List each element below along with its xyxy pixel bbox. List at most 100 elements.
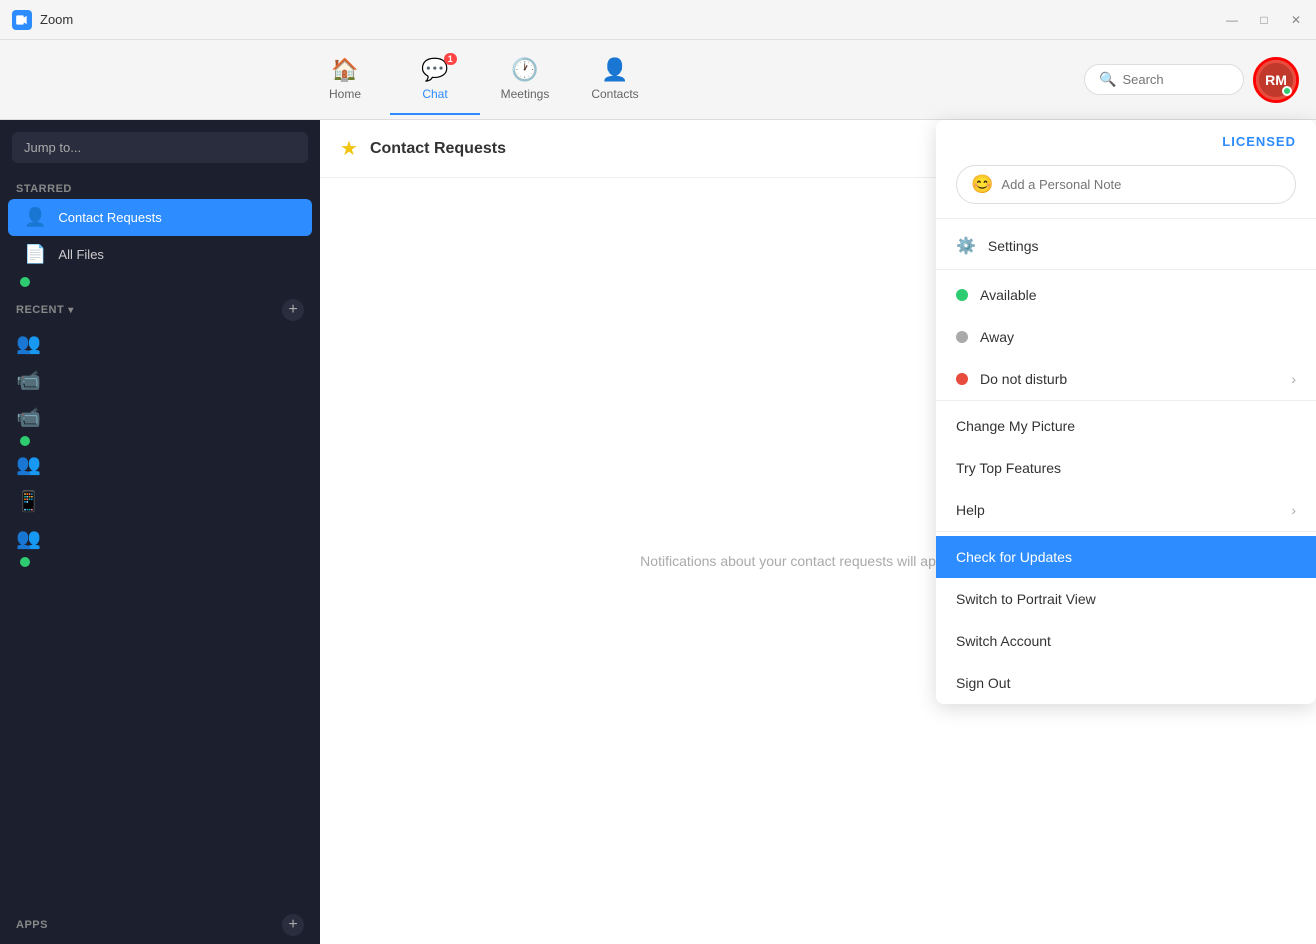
sidebar-item-contact-requests-label: Contact Requests: [58, 210, 161, 225]
nav-right: 🔍 RM: [1084, 60, 1296, 100]
portrait-view-label: Switch to Portrait View: [956, 591, 1096, 607]
meetings-icon: 🕐: [511, 57, 538, 83]
apps-label: APPS: [16, 919, 48, 931]
licensed-badge: LICENSED: [936, 120, 1316, 157]
sidebar-item-all-files-label: All Files: [58, 247, 104, 262]
check-updates-label: Check for Updates: [956, 549, 1072, 565]
recent-label: RECENT ▾: [16, 304, 74, 316]
profile-dropdown: LICENSED 😊 ⚙️ Settings Available Away: [936, 120, 1316, 704]
personal-note-input[interactable]: [1001, 177, 1281, 192]
content-title: Contact Requests: [370, 140, 506, 158]
chevron-down-icon: ▾: [68, 305, 74, 316]
group1-icon: 👥: [16, 331, 41, 356]
help-label: Help: [956, 502, 985, 518]
divider-2: [936, 269, 1316, 270]
divider-3: [936, 400, 1316, 401]
contact-requests-icon: 👤: [24, 207, 46, 228]
minimize-button[interactable]: —: [1224, 13, 1240, 27]
recent-item-tablet[interactable]: 📱: [0, 483, 320, 520]
video1-icon: 📹: [16, 368, 41, 393]
switch-account-label: Switch Account: [956, 633, 1051, 649]
available-item[interactable]: Available: [936, 274, 1316, 316]
tab-meetings[interactable]: 🕐 Meetings: [480, 45, 570, 115]
add-recent-button[interactable]: +: [282, 299, 304, 321]
try-features-label: Try Top Features: [956, 460, 1061, 476]
status-dot-1: [20, 277, 30, 287]
apps-section: APPS +: [0, 906, 320, 944]
tab-home-label: Home: [329, 87, 361, 101]
tab-chat-label: Chat: [422, 87, 447, 101]
avatar-initials: RM: [1265, 72, 1287, 88]
recent-item-group3[interactable]: 👥: [0, 520, 320, 557]
maximize-button[interactable]: □: [1256, 13, 1272, 27]
tablet-icon: 📱: [16, 489, 41, 514]
emoji-icon[interactable]: 😊: [971, 174, 993, 195]
help-item[interactable]: Help ›: [936, 489, 1316, 531]
settings-item[interactable]: ⚙️ Settings: [936, 223, 1316, 269]
sign-out-item[interactable]: Sign Out: [936, 662, 1316, 704]
change-picture-label: Change My Picture: [956, 418, 1075, 434]
recent-header: RECENT ▾ +: [0, 291, 320, 325]
dnd-label: Do not disturb: [980, 371, 1067, 387]
tab-contacts[interactable]: 👤 Contacts: [570, 45, 660, 115]
dnd-item[interactable]: Do not disturb ›: [936, 358, 1316, 400]
sign-out-label: Sign Out: [956, 675, 1010, 691]
contacts-icon: 👤: [601, 57, 628, 83]
check-updates-item[interactable]: Check for Updates: [936, 536, 1316, 578]
dnd-chevron: ›: [1291, 371, 1296, 387]
jump-to-input[interactable]: Jump to...: [12, 132, 308, 163]
tab-home[interactable]: 🏠 Home: [300, 45, 390, 115]
chat-icon: 💬 1: [421, 57, 448, 83]
recent-item-group2[interactable]: 👥: [0, 446, 320, 483]
change-picture-item[interactable]: Change My Picture: [936, 405, 1316, 447]
available-label: Available: [980, 287, 1037, 303]
divider-4: [936, 531, 1316, 532]
online-indicator: [1282, 86, 1292, 96]
sidebar: Jump to... STARRED 👤 Contact Requests 📄 …: [0, 120, 320, 944]
away-item[interactable]: Away: [936, 316, 1316, 358]
status-dot-3: [20, 557, 30, 567]
main-layout: Jump to... STARRED 👤 Contact Requests 📄 …: [0, 120, 1316, 944]
chat-badge: 1: [444, 53, 457, 65]
recent-item-video1[interactable]: 📹: [0, 362, 320, 399]
search-box[interactable]: 🔍: [1084, 64, 1244, 95]
all-files-icon: 📄: [24, 244, 46, 265]
close-button[interactable]: ✕: [1288, 13, 1304, 27]
portrait-view-item[interactable]: Switch to Portrait View: [936, 578, 1316, 620]
starred-section-label: STARRED: [0, 175, 320, 199]
sidebar-item-contact-requests[interactable]: 👤 Contact Requests: [8, 199, 312, 236]
recent-item-group1[interactable]: 👥: [0, 325, 320, 362]
help-chevron: ›: [1291, 502, 1296, 518]
avatar-button[interactable]: RM: [1256, 60, 1296, 100]
away-dot: [956, 331, 968, 343]
personal-note-input-wrap[interactable]: 😊: [956, 165, 1296, 204]
zoom-logo: [12, 10, 32, 30]
video2-icon: 📹: [16, 405, 41, 430]
switch-account-item[interactable]: Switch Account: [936, 620, 1316, 662]
personal-note-row: 😊: [936, 157, 1316, 218]
dnd-dot: [956, 373, 968, 385]
search-input[interactable]: [1122, 72, 1232, 87]
title-bar: Zoom — □ ✕: [0, 0, 1316, 40]
star-icon: ★: [340, 136, 358, 161]
available-dot: [956, 289, 968, 301]
app-title: Zoom: [40, 12, 73, 27]
settings-label: Settings: [988, 238, 1039, 254]
divider-1: [936, 218, 1316, 219]
settings-icon: ⚙️: [956, 236, 976, 256]
status-dot-2: [20, 436, 30, 446]
content-area: ★ Contact Requests Notifications about y…: [320, 120, 1316, 944]
nav-tabs: 🏠 Home 💬 1 Chat 🕐 Meetings 👤 Contacts: [300, 45, 660, 115]
try-features-item[interactable]: Try Top Features: [936, 447, 1316, 489]
sidebar-item-all-files[interactable]: 📄 All Files: [8, 236, 312, 273]
title-bar-left: Zoom: [12, 10, 73, 30]
home-icon: 🏠: [331, 57, 358, 83]
recent-item-video2[interactable]: 📹: [0, 399, 320, 436]
window-controls: — □ ✕: [1224, 13, 1304, 27]
nav-bar: 🏠 Home 💬 1 Chat 🕐 Meetings 👤 Contacts 🔍 …: [0, 40, 1316, 120]
search-icon: 🔍: [1099, 71, 1116, 88]
add-app-button[interactable]: +: [282, 914, 304, 936]
tab-meetings-label: Meetings: [501, 87, 550, 101]
tab-chat[interactable]: 💬 1 Chat: [390, 45, 480, 115]
group2-icon: 👥: [16, 452, 41, 477]
